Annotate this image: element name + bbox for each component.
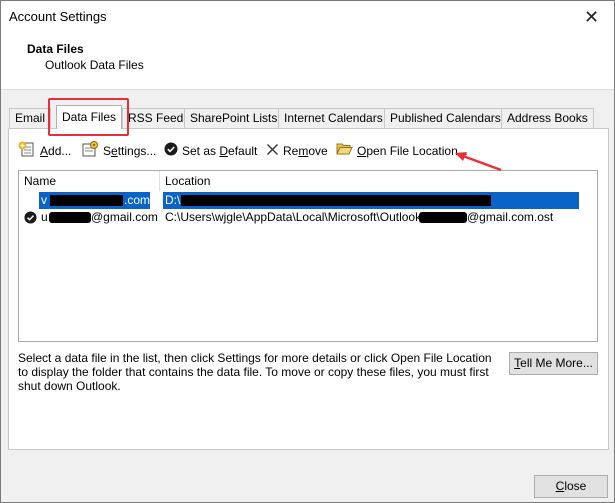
row2-location-suffix: @gmail.com.ost (467, 210, 554, 224)
add-data-file-icon (18, 141, 36, 163)
page-title: Data Files (27, 42, 84, 56)
add-label-mnemonic: A (40, 144, 49, 159)
column-header-name[interactable]: Name (24, 171, 56, 191)
tab-internet-calendars[interactable]: Internet Calendars (278, 108, 389, 128)
settings-label-mnemonic: e (111, 144, 118, 159)
set-default-label-pre: Set as (182, 144, 220, 158)
remove-button[interactable]: Remove (266, 141, 328, 161)
settings-button[interactable]: Settings... (81, 141, 156, 161)
remove-label-post: ove (308, 144, 328, 158)
open-file-location-button[interactable]: Open File Location... (336, 141, 468, 161)
settings-label-pre: S (103, 144, 112, 159)
open-location-label-mnemonic: O (357, 144, 367, 158)
list-row-selected[interactable]: v .com D:\ (19, 192, 595, 209)
tell-me-more-button[interactable]: Tell Me More... (509, 352, 598, 375)
settings-label-post: ttings... (117, 144, 157, 159)
redaction-bar (49, 212, 91, 223)
annotation-arrow-icon (455, 152, 502, 172)
list-row[interactable]: u @gmail.com C:\Users\wjgle\AppData\Loca… (19, 209, 595, 226)
remove-label-pre: Re (283, 144, 299, 158)
close-button[interactable]: Close (534, 475, 608, 498)
help-text: Select a data file in the list, then cli… (18, 351, 492, 393)
window-title: Account Settings (9, 9, 107, 24)
tab-sharepoint-lists[interactable]: SharePoint Lists (184, 108, 284, 128)
redaction-bar (50, 195, 123, 206)
row1-location: D:\ (165, 193, 181, 207)
tab-email[interactable]: Email (9, 108, 52, 128)
tab-published-calendars[interactable]: Published Calendars (384, 108, 507, 128)
add-button[interactable]: Add... (18, 141, 71, 161)
row1-name-suffix: .com (124, 193, 151, 207)
default-checkmark-icon (24, 211, 37, 229)
column-header-location[interactable]: Location (165, 171, 210, 191)
checkmark-circle-icon (164, 142, 178, 162)
row2-location-prefix: C:\Users\wjgle\AppData\Local\Microsoft\O… (165, 210, 425, 224)
row1-name-prefix: v (41, 193, 47, 207)
set-as-default-button[interactable]: Set as Default (164, 141, 257, 161)
data-files-list[interactable]: Name Location v .com D:\ u @gmail.com C:… (18, 170, 598, 342)
remove-label-mnemonic: m (298, 144, 309, 158)
close-x-icon (266, 142, 279, 162)
window-close-icon[interactable]: ✕ (569, 1, 614, 33)
title-bar: Account Settings ✕ (1, 1, 614, 33)
redaction-bar (419, 212, 467, 223)
column-separator[interactable] (159, 171, 160, 191)
footer (1, 463, 614, 502)
settings-icon (81, 141, 99, 163)
row2-name-suffix: @gmail.com (91, 210, 158, 224)
account-settings-window: Account Settings ✕ Data Files Outlook Da… (0, 0, 615, 503)
tell-me-label-rest: ell Me More... (520, 356, 593, 370)
tab-data-files[interactable]: Data Files (56, 105, 123, 129)
tab-address-books[interactable]: Address Books (501, 108, 594, 128)
row2-name-prefix: u (41, 210, 48, 224)
add-label-post: dd... (48, 144, 72, 159)
set-default-label-post: efault (228, 144, 258, 158)
redaction-bar (181, 195, 491, 206)
page-subtitle: Outlook Data Files (45, 58, 144, 72)
folder-open-icon (336, 142, 353, 162)
header-band: Data Files Outlook Data Files (1, 33, 614, 90)
set-default-label-mnemonic: D (219, 144, 229, 158)
close-label-rest: lose (564, 479, 587, 493)
